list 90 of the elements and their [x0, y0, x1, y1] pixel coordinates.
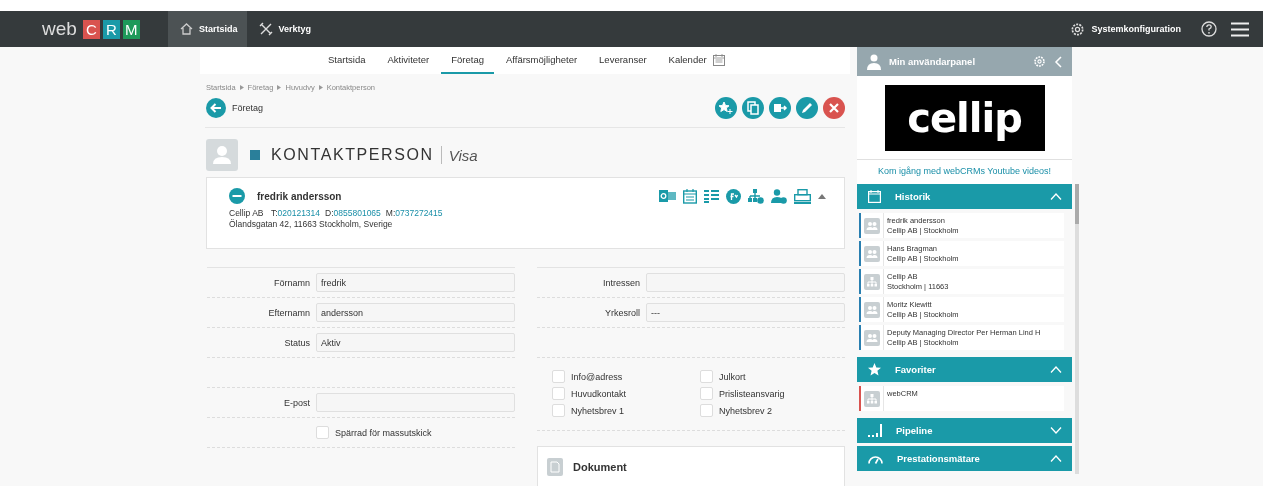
star-icon [868, 363, 881, 376]
nav-tab[interactable]: Startsida [168, 11, 247, 47]
checklist-icon[interactable] [704, 189, 719, 203]
section-tab[interactable]: Affärsmöjligheter [495, 47, 588, 74]
field-label: Efternamn [267, 307, 310, 318]
document-icon [547, 458, 563, 476]
bar-chart-icon [868, 424, 882, 437]
gauge-icon [868, 453, 883, 464]
phone-label: M: [385, 208, 396, 218]
user-icon [867, 53, 881, 70]
help-icon[interactable] [1201, 21, 1217, 37]
option-checkbox[interactable]: Julkort [700, 370, 845, 383]
logo-text: web [42, 18, 77, 40]
organization-icon[interactable] [748, 188, 764, 204]
section-tab[interactable]: Startsida [318, 47, 376, 74]
section-tab[interactable]: Kalender [658, 47, 735, 74]
calendar-icon [712, 53, 725, 66]
view-mode-label: Visa [448, 146, 478, 164]
edit-button[interactable] [796, 97, 818, 119]
avatar-icon [206, 139, 238, 171]
option-checkbox[interactable]: Prislisteansvarig [700, 387, 845, 400]
company-logo: cellip [884, 84, 1045, 151]
phone-label: T: [270, 208, 278, 218]
collapse-caret-icon[interactable] [818, 193, 826, 199]
option-checkbox[interactable]: Huvudkontakt [552, 387, 700, 400]
separator-icon [277, 85, 282, 90]
field-label: Yrkesroll [604, 307, 640, 318]
field-label: E-post [283, 397, 310, 408]
copy-button[interactable] [742, 97, 764, 119]
outlook-icon[interactable] [659, 189, 676, 203]
phone-link[interactable]: 0737272415 [395, 208, 443, 218]
people-icon [864, 217, 880, 234]
gear-icon [1070, 21, 1086, 37]
logo-letter: R [102, 19, 120, 39]
people-icon [864, 329, 880, 346]
section-tab[interactable]: Leveranser [589, 47, 657, 74]
system-configuration-button[interactable]: Systemkonfiguration [1064, 20, 1187, 38]
chevron-up-icon[interactable] [1050, 193, 1062, 200]
company-name: Cellip AB [229, 208, 264, 218]
contact-name: fredrik andersson [257, 190, 342, 202]
separator-icon [239, 85, 244, 90]
people-icon [864, 245, 880, 262]
panel-title: Min användarpanel [889, 56, 976, 67]
settings-icon[interactable] [1033, 55, 1046, 68]
phone-link[interactable]: 0855801065 [333, 208, 381, 218]
separator-icon [318, 85, 323, 90]
nav-tab[interactable]: Verktyg [246, 11, 321, 47]
chevron-up-icon[interactable] [1050, 455, 1062, 462]
chevron-up-icon[interactable] [1050, 366, 1062, 373]
page-title: KONTAKTPERSON [271, 146, 442, 164]
text-field[interactable]: --- [646, 303, 845, 322]
text-field[interactable]: fredrik [316, 273, 515, 292]
house-icon [180, 23, 193, 35]
documents-title: Dokument [573, 461, 627, 473]
field-label: Förnamn [273, 277, 310, 288]
social-icon[interactable] [726, 188, 741, 204]
text-field[interactable] [316, 393, 515, 412]
option-checkbox[interactable]: Info@adress [552, 370, 700, 383]
logo-letter: C [82, 19, 100, 39]
text-field[interactable]: andersson [316, 303, 515, 322]
tools-icon [258, 22, 273, 36]
section-tab[interactable]: Företag [441, 47, 494, 74]
option-checkbox[interactable]: Nyhetsbrev 1 [552, 404, 700, 417]
person-link-icon[interactable] [771, 188, 787, 204]
text-field[interactable]: Aktiv [316, 333, 515, 352]
phone-label: D: [325, 208, 334, 218]
youtube-link[interactable]: Kom igång med webCRMs Youtube videos! [857, 160, 1072, 184]
delete-button[interactable] [823, 97, 845, 119]
people-icon [864, 301, 880, 318]
menu-icon[interactable] [1231, 21, 1249, 37]
calendar-icon[interactable] [683, 188, 697, 204]
organization-icon [864, 390, 880, 407]
organization-icon [864, 273, 880, 290]
section-tab[interactable]: Aktiviteter [377, 47, 440, 74]
calendar-icon [868, 190, 881, 203]
contact-address: Ölandsgatan 42, 11663 Stockholm, Sverige [229, 219, 394, 230]
export-button[interactable] [769, 97, 791, 119]
add-favorite-button[interactable] [715, 97, 737, 119]
field-label: Intressen [601, 277, 640, 288]
blocked-checkbox[interactable]: Spärrad för massutskick [316, 426, 432, 439]
text-field[interactable] [646, 273, 845, 292]
field-label: Status [283, 337, 310, 348]
phone-link[interactable]: 020121314 [277, 208, 321, 218]
chevron-down-icon[interactable] [1050, 427, 1062, 434]
print-icon[interactable] [794, 188, 811, 204]
collapse-panel-icon[interactable] [1054, 55, 1062, 68]
back-link[interactable]: Företag [206, 98, 264, 118]
option-checkbox[interactable]: Nyhetsbrev 2 [700, 404, 845, 417]
logo-letter: M [122, 19, 140, 39]
entity-color-icon [250, 150, 260, 160]
